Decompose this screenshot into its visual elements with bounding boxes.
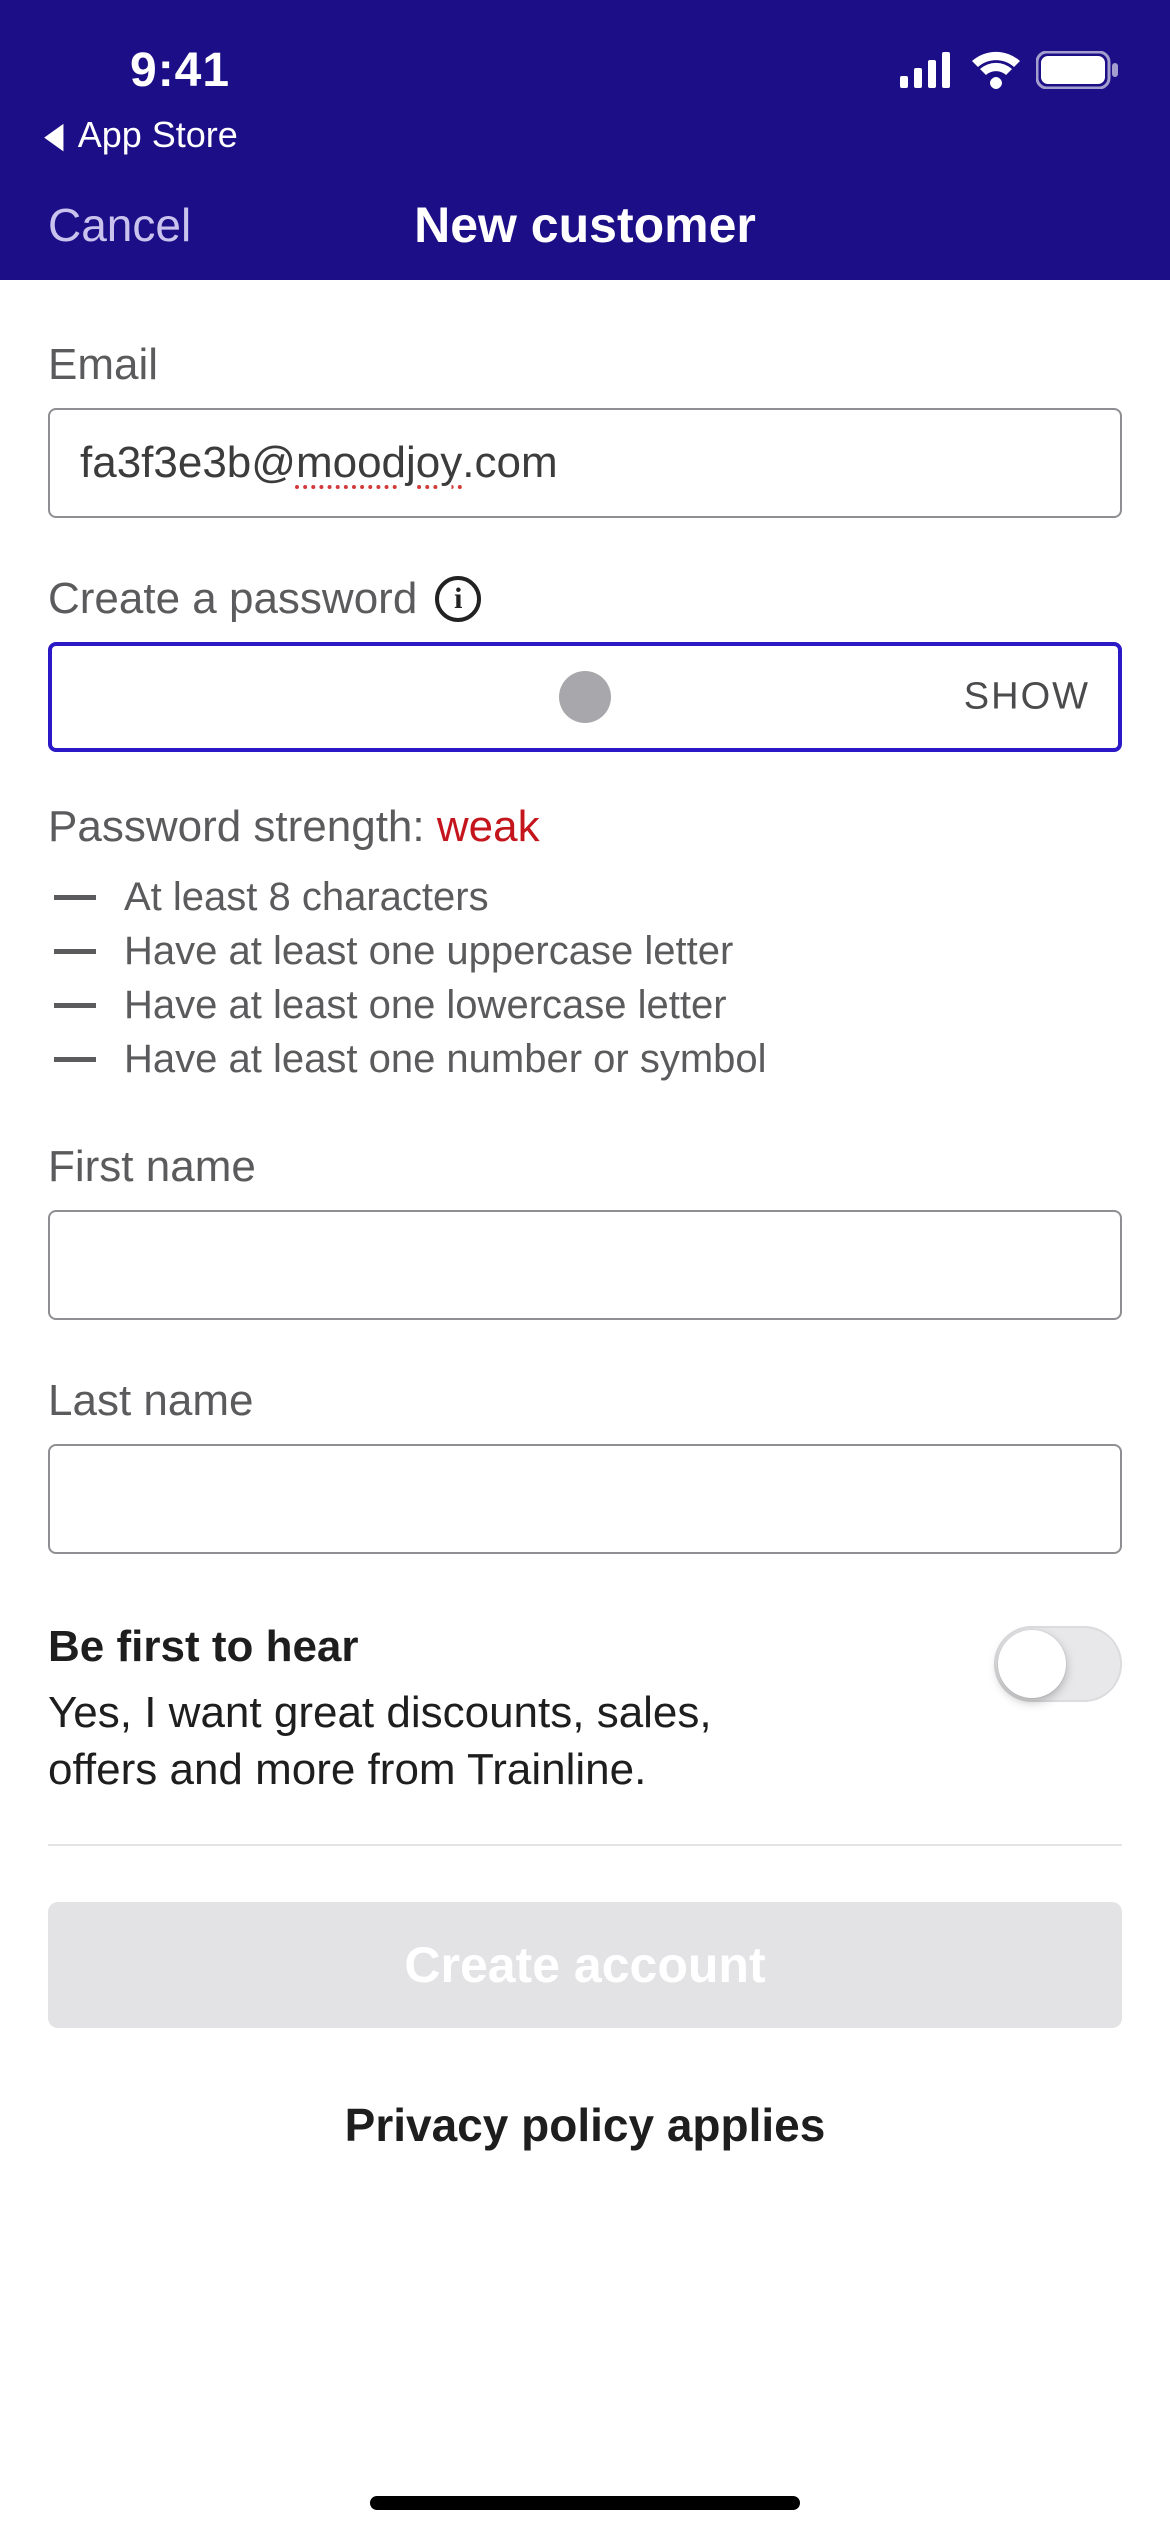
last-name-label: Last name bbox=[48, 1376, 1122, 1426]
dash-icon bbox=[54, 895, 96, 900]
cancel-button[interactable]: Cancel bbox=[48, 198, 191, 252]
password-label: Create a password i bbox=[48, 574, 1122, 624]
status-icons bbox=[900, 51, 1120, 89]
toggle-knob bbox=[998, 1630, 1066, 1698]
rule-text: Have at least one lowercase letter bbox=[124, 978, 727, 1032]
status-bar: 9:41 bbox=[0, 0, 1170, 110]
email-input[interactable]: fa3f3e3b@moodjoy.com bbox=[48, 408, 1122, 518]
create-account-button[interactable]: Create account bbox=[48, 1902, 1122, 2028]
battery-icon bbox=[1036, 51, 1120, 89]
email-label: Email bbox=[48, 340, 1122, 390]
first-name-field-group: First name bbox=[48, 1142, 1122, 1320]
password-label-text: Create a password bbox=[48, 574, 417, 624]
password-field-group: Create a password i SHOW bbox=[48, 574, 1122, 752]
last-name-input[interactable] bbox=[48, 1444, 1122, 1554]
rule-text: Have at least one uppercase letter bbox=[124, 924, 733, 978]
back-to-appstore[interactable]: ◀ App Store bbox=[0, 110, 1170, 170]
cellular-icon bbox=[900, 52, 956, 88]
home-indicator[interactable] bbox=[370, 2496, 800, 2510]
password-mask-dot bbox=[559, 671, 611, 723]
marketing-row: Be first to hear Yes, I want great disco… bbox=[48, 1610, 1122, 1846]
nav-bar: Cancel New customer bbox=[0, 170, 1170, 280]
info-icon[interactable]: i bbox=[435, 576, 481, 622]
password-rules: At least 8 characters Have at least one … bbox=[48, 870, 1122, 1086]
rule-item: At least 8 characters bbox=[48, 870, 1122, 924]
password-strength: Password strength: weak bbox=[48, 802, 1122, 852]
dash-icon bbox=[54, 1003, 96, 1008]
dash-icon bbox=[54, 1057, 96, 1062]
rule-item: Have at least one lowercase letter bbox=[48, 978, 1122, 1032]
rule-text: At least 8 characters bbox=[124, 870, 489, 924]
status-time: 9:41 bbox=[130, 43, 230, 98]
first-name-input[interactable] bbox=[48, 1210, 1122, 1320]
first-name-label: First name bbox=[48, 1142, 1122, 1192]
back-label: App Store bbox=[78, 114, 238, 156]
email-text-post: .com bbox=[462, 438, 557, 488]
marketing-toggle[interactable] bbox=[994, 1626, 1122, 1702]
rule-text: Have at least one number or symbol bbox=[124, 1032, 767, 1086]
privacy-policy-link[interactable]: Privacy policy applies bbox=[48, 2098, 1122, 2152]
strength-value: weak bbox=[437, 802, 540, 851]
email-text-mid: moodjoy bbox=[296, 438, 462, 488]
back-caret-icon: ◀ bbox=[44, 114, 63, 156]
marketing-desc: Yes, I want great discounts, sales, offe… bbox=[48, 1684, 808, 1798]
rule-item: Have at least one number or symbol bbox=[48, 1032, 1122, 1086]
email-text-pre: fa3f3e3b@ bbox=[80, 438, 296, 488]
email-field-group: Email fa3f3e3b@moodjoy.com bbox=[48, 340, 1122, 518]
strength-prefix: Password strength: bbox=[48, 802, 437, 851]
dash-icon bbox=[54, 949, 96, 954]
marketing-title: Be first to hear bbox=[48, 1622, 808, 1672]
rule-item: Have at least one uppercase letter bbox=[48, 924, 1122, 978]
wifi-icon bbox=[970, 51, 1022, 89]
last-name-field-group: Last name bbox=[48, 1376, 1122, 1554]
show-password-button[interactable]: SHOW bbox=[964, 676, 1090, 719]
